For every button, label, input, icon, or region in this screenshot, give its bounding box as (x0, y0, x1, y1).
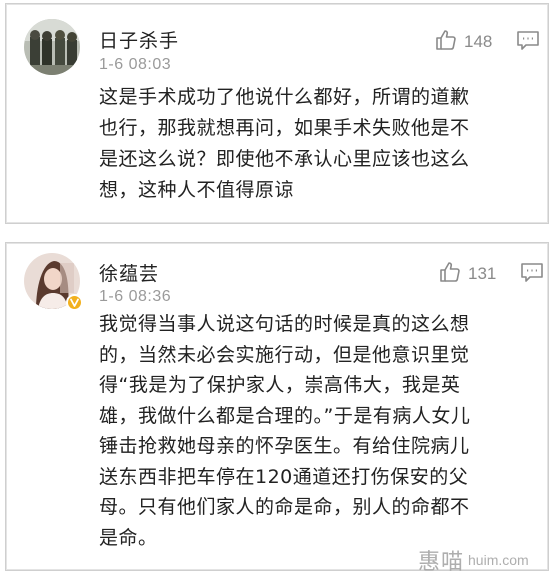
timestamp: 1-6 08:36 (99, 288, 172, 305)
text-line: 的，当然未必会实施行动，但是他意识里觉 (99, 343, 470, 366)
reply-button[interactable] (516, 30, 540, 56)
text-line: 这是手术成功了他说什么都好，所谓的道歉 (99, 86, 470, 108)
like-count: 148 (464, 32, 493, 51)
text-line: 雄，我做什么都是合理的。”于是有病人女儿 (99, 404, 471, 427)
comment-icon (516, 31, 540, 56)
text-line: 得“我是为了保护家人，崇高伟大，我是英 (99, 374, 461, 396)
comment-text: 这是手术成功了他说什么都好，所谓的道歉 也行，那我就想再问，如果手术失败他是不 … (99, 82, 539, 206)
like-button[interactable]: 148 (434, 28, 492, 56)
username[interactable]: 日子杀手 (99, 26, 179, 53)
text-line: 锤击抢救她母亲的怀孕医生。有给住院病儿 (99, 435, 470, 457)
comment-card: 徐蕴芸 1-6 08:36 131 我觉得当事人说这句话的时候是真的这么想 的，… (5, 242, 549, 571)
watermark-logo-text: 惠喵 (418, 550, 465, 574)
text-line: 也行，那我就想再问，如果手术失败他是不 (99, 117, 470, 139)
reply-button[interactable] (520, 262, 544, 288)
like-count: 131 (468, 264, 497, 283)
username[interactable]: 徐蕴芸 (99, 259, 159, 286)
like-button[interactable]: 131 (438, 260, 496, 288)
text-line: 送东西非把车停在120通道还打伤保安的父 (99, 465, 469, 488)
watermark: 惠喵 huim.com (418, 544, 529, 574)
verified-badge-icon (66, 294, 83, 311)
comment-text: 我觉得当事人说这句话的时候是真的这么想 的，当然未必会实施行动，但是他意识里觉 … (99, 309, 539, 553)
text-line: 是还这么说？即使他不承认心里应该也这么 (99, 148, 470, 170)
comment-icon (520, 263, 544, 288)
watermark-domain: huim.com (468, 552, 529, 568)
text-line: 想，这种人不值得原谅 (99, 179, 295, 201)
timestamp: 1-6 08:03 (99, 56, 172, 73)
text-line: 母。只有他们家人的命是命，别人的命都不 (99, 496, 470, 518)
comment-card: 日子杀手 1-6 08:03 148 这是手术成功了他说什么都好，所谓的道歉 也… (5, 3, 549, 224)
thumbs-up-icon (438, 260, 462, 288)
avatar[interactable] (24, 19, 80, 75)
thumbs-up-icon (434, 28, 458, 56)
text-line: 我觉得当事人说这句话的时候是真的这么想 (99, 313, 470, 335)
